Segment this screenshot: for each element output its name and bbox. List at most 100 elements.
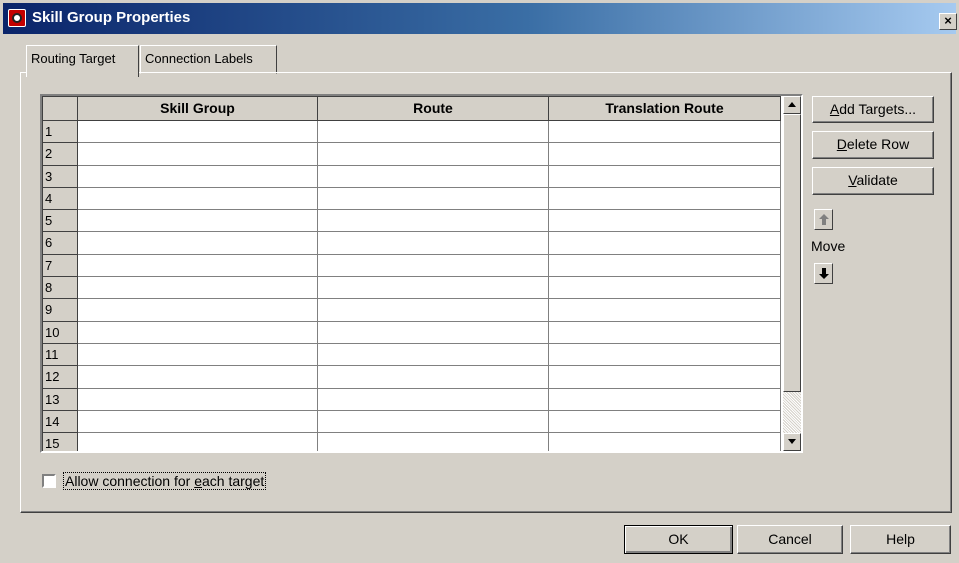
row-number[interactable]: 5 xyxy=(42,210,78,233)
translation-route-cell[interactable] xyxy=(549,388,781,411)
table-row[interactable]: 1 xyxy=(42,121,781,144)
route-cell[interactable] xyxy=(318,277,549,300)
tab-routing-target[interactable]: Routing Target xyxy=(26,45,139,77)
row-number[interactable]: 1 xyxy=(42,121,78,144)
tab-connection-labels[interactable]: Connection Labels xyxy=(140,45,277,74)
translation-route-cell[interactable] xyxy=(549,232,781,255)
scroll-down-button[interactable] xyxy=(783,433,801,451)
row-number[interactable]: 13 xyxy=(42,388,78,411)
allow-connection-checkbox[interactable] xyxy=(42,474,56,488)
skill-group-cell[interactable] xyxy=(78,254,318,278)
table-row[interactable]: 13 xyxy=(42,388,781,411)
move-up-button[interactable] xyxy=(814,209,833,230)
row-number[interactable]: 4 xyxy=(42,187,78,211)
skill-group-cell[interactable] xyxy=(78,343,318,367)
close-button[interactable]: × xyxy=(939,13,957,30)
grid-corner[interactable] xyxy=(42,96,78,121)
table-row[interactable]: 12 xyxy=(42,366,781,389)
route-cell[interactable] xyxy=(318,210,549,233)
move-down-button[interactable] xyxy=(814,263,833,284)
table-row[interactable]: 11 xyxy=(42,343,781,367)
help-button[interactable]: Help xyxy=(850,525,951,554)
row-number[interactable]: 3 xyxy=(42,165,78,188)
skill-group-cell[interactable] xyxy=(78,210,318,233)
table-row[interactable]: 4 xyxy=(42,187,781,211)
table-row[interactable]: 3 xyxy=(42,165,781,188)
row-number[interactable]: 7 xyxy=(42,254,78,278)
skill-group-cell[interactable] xyxy=(78,187,318,211)
translation-route-cell[interactable] xyxy=(549,277,781,300)
translation-route-cell[interactable] xyxy=(549,187,781,211)
add-targets-button[interactable]: Add Targets... xyxy=(812,96,934,123)
table-row[interactable]: 2 xyxy=(42,143,781,166)
row-number[interactable]: 6 xyxy=(42,232,78,255)
route-cell[interactable] xyxy=(318,121,549,144)
row-number[interactable]: 9 xyxy=(42,299,78,322)
table-row[interactable]: 14 xyxy=(42,410,781,434)
translation-route-cell[interactable] xyxy=(549,121,781,144)
route-cell[interactable] xyxy=(318,299,549,322)
table-row[interactable]: 15 xyxy=(42,433,781,451)
translation-route-cell[interactable] xyxy=(549,433,781,451)
ok-button[interactable]: OK xyxy=(624,525,733,554)
row-number[interactable]: 11 xyxy=(42,343,78,367)
translation-route-cell[interactable] xyxy=(549,210,781,233)
skill-group-cell[interactable] xyxy=(78,299,318,322)
skill-group-cell[interactable] xyxy=(78,388,318,411)
title-bar[interactable]: Skill Group Properties × xyxy=(3,3,957,34)
cancel-button[interactable]: Cancel xyxy=(737,525,843,554)
vertical-scrollbar[interactable] xyxy=(783,96,801,451)
scroll-track[interactable] xyxy=(783,392,801,433)
translation-route-cell[interactable] xyxy=(549,321,781,344)
delete-row-button[interactable]: Delete Row xyxy=(812,131,934,159)
scroll-thumb[interactable] xyxy=(783,114,801,392)
column-header-route[interactable]: Route xyxy=(318,96,549,121)
skill-group-cell[interactable] xyxy=(78,433,318,451)
translation-route-cell[interactable] xyxy=(549,366,781,389)
route-cell[interactable] xyxy=(318,388,549,411)
row-number[interactable]: 8 xyxy=(42,277,78,300)
row-number[interactable]: 2 xyxy=(42,143,78,166)
table-row[interactable]: 8 xyxy=(42,277,781,300)
table-row[interactable]: 9 xyxy=(42,299,781,322)
row-number[interactable]: 10 xyxy=(42,321,78,344)
route-cell[interactable] xyxy=(318,254,549,278)
routing-target-grid[interactable]: Skill Group Route Translation Route 1234… xyxy=(40,94,803,453)
translation-route-cell[interactable] xyxy=(549,254,781,278)
translation-route-cell[interactable] xyxy=(549,299,781,322)
skill-group-cell[interactable] xyxy=(78,232,318,255)
translation-route-cell[interactable] xyxy=(549,343,781,367)
skill-group-cell[interactable] xyxy=(78,121,318,144)
column-header-translation-route[interactable]: Translation Route xyxy=(549,96,781,121)
validate-button[interactable]: Validate xyxy=(812,167,934,195)
scroll-up-button[interactable] xyxy=(783,96,801,114)
route-cell[interactable] xyxy=(318,343,549,367)
route-cell[interactable] xyxy=(318,433,549,451)
table-row[interactable]: 10 xyxy=(42,321,781,344)
table-row[interactable]: 5 xyxy=(42,210,781,233)
route-cell[interactable] xyxy=(318,410,549,434)
route-cell[interactable] xyxy=(318,143,549,166)
route-cell[interactable] xyxy=(318,165,549,188)
skill-group-cell[interactable] xyxy=(78,277,318,300)
table-row[interactable]: 7 xyxy=(42,254,781,278)
allow-connection-label[interactable]: Allow connection for each target xyxy=(63,472,267,490)
row-number[interactable]: 14 xyxy=(42,410,78,434)
route-cell[interactable] xyxy=(318,321,549,344)
route-cell[interactable] xyxy=(318,366,549,389)
translation-route-cell[interactable] xyxy=(549,410,781,434)
skill-group-cell[interactable] xyxy=(78,321,318,344)
skill-group-cell[interactable] xyxy=(78,165,318,188)
row-number[interactable]: 12 xyxy=(42,366,78,389)
column-header-skill-group[interactable]: Skill Group xyxy=(78,96,318,121)
route-cell[interactable] xyxy=(318,187,549,211)
translation-route-cell[interactable] xyxy=(549,165,781,188)
skill-group-cell[interactable] xyxy=(78,410,318,434)
row-number[interactable]: 15 xyxy=(42,433,78,451)
route-cell[interactable] xyxy=(318,232,549,255)
table-row[interactable]: 6 xyxy=(42,232,781,255)
tab-connection-labels-label: Connection Labels xyxy=(145,51,253,66)
translation-route-cell[interactable] xyxy=(549,143,781,166)
skill-group-cell[interactable] xyxy=(78,143,318,166)
skill-group-cell[interactable] xyxy=(78,366,318,389)
